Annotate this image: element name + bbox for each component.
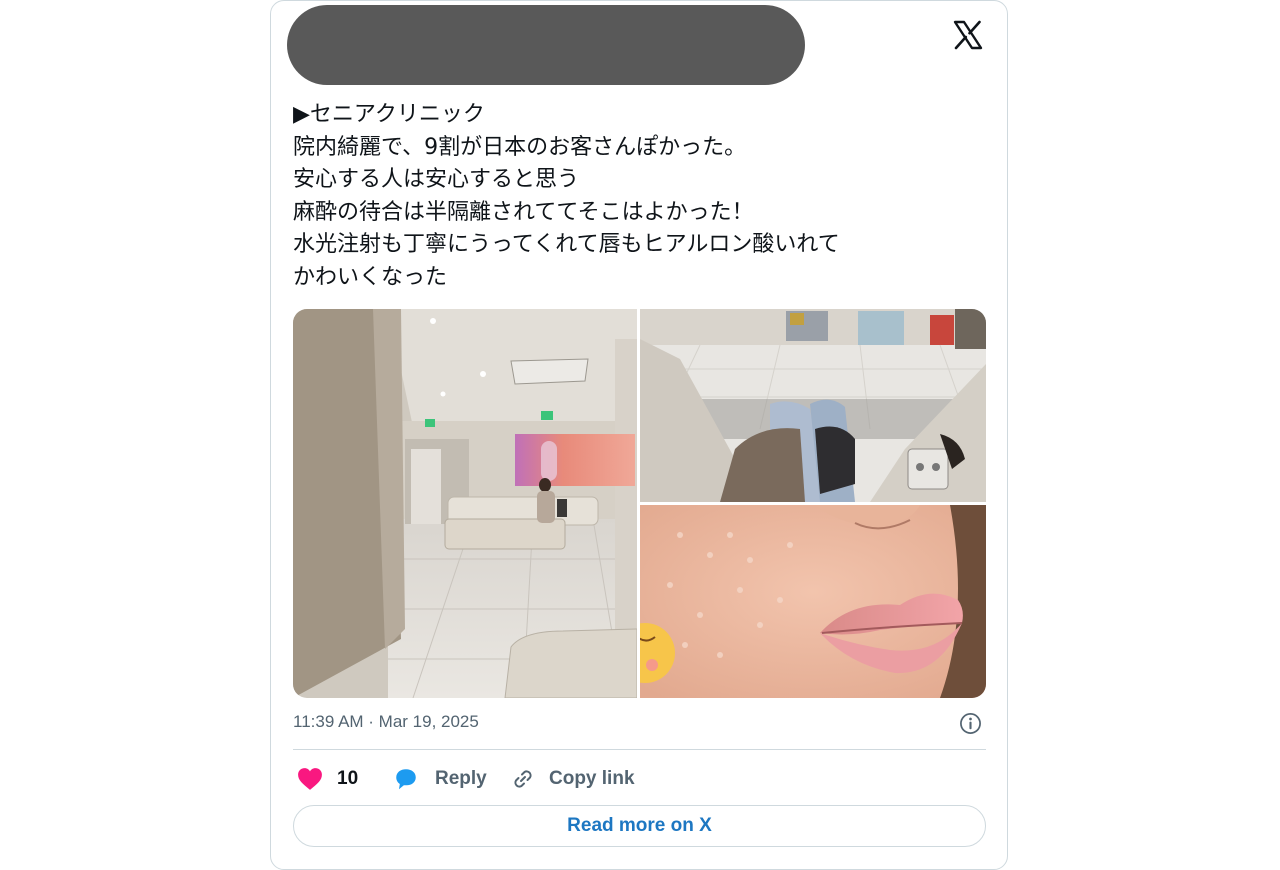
- like-button[interactable]: 10: [297, 763, 358, 795]
- reply-button[interactable]: Reply: [393, 763, 487, 795]
- tweet-line: 水光注射も丁寧にうってくれて唇もヒアルロン酸いれて: [293, 232, 840, 257]
- tweet-timestamp[interactable]: 11:39 AM · Mar 19, 2025: [293, 712, 479, 732]
- divider: [293, 749, 986, 750]
- photo-lips-closeup[interactable]: [640, 505, 986, 698]
- like-count: 10: [337, 768, 359, 789]
- tweet-line: ▶セニアクリニック: [293, 102, 485, 127]
- tweet-line: かわいくなった: [293, 264, 448, 290]
- reply-bubble-icon: [396, 769, 416, 790]
- media-grid[interactable]: [293, 309, 986, 698]
- reply-label: Reply: [435, 768, 487, 789]
- copy-link-label: Copy link: [549, 768, 635, 789]
- x-logo-icon[interactable]: [952, 19, 984, 51]
- tweet-line: 院内綺麗で、9割が日本のお客さんぽかった。: [293, 134, 747, 160]
- copy-link-button[interactable]: Copy link: [511, 763, 635, 795]
- photo-waiting-area-legs[interactable]: [640, 309, 986, 502]
- redacted-account-header: [287, 5, 805, 85]
- tweet-card: ▶セニアクリニック 院内綺麗で、9割が日本のお客さんぽかった。 安心する人は安心…: [270, 0, 1008, 870]
- link-icon: [514, 770, 532, 788]
- read-more-button[interactable]: Read more on X: [293, 805, 986, 847]
- photo-clinic-waiting-room[interactable]: [293, 309, 637, 698]
- tweet-line: 麻酔の待合は半隔離されててそこはよかった！: [293, 199, 754, 225]
- heart-icon: [298, 768, 322, 790]
- tweet-line: 安心する人は安心すると思う: [293, 167, 580, 192]
- tweet-text: ▶セニアクリニック 院内綺麗で、9割が日本のお客さんぽかった。 安心する人は安心…: [293, 99, 983, 294]
- action-bar: 10 Reply Copy link: [293, 763, 986, 795]
- info-icon[interactable]: [959, 712, 982, 735]
